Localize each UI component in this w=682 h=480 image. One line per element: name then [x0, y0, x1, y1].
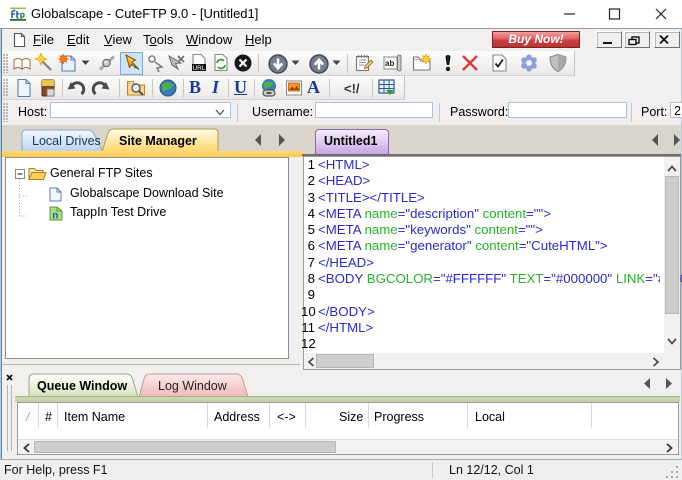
svg-text:Log Window: Log Window	[158, 379, 228, 393]
svg-text:Local Drives: Local Drives	[32, 134, 101, 148]
svg-text:n: n	[52, 211, 58, 222]
svg-text:URL: URL	[192, 65, 205, 72]
svg-text:Site Manager: Site Manager	[119, 134, 197, 148]
svg-text:Queue Window: Queue Window	[37, 379, 127, 393]
svg-text:ab: ab	[385, 59, 394, 68]
